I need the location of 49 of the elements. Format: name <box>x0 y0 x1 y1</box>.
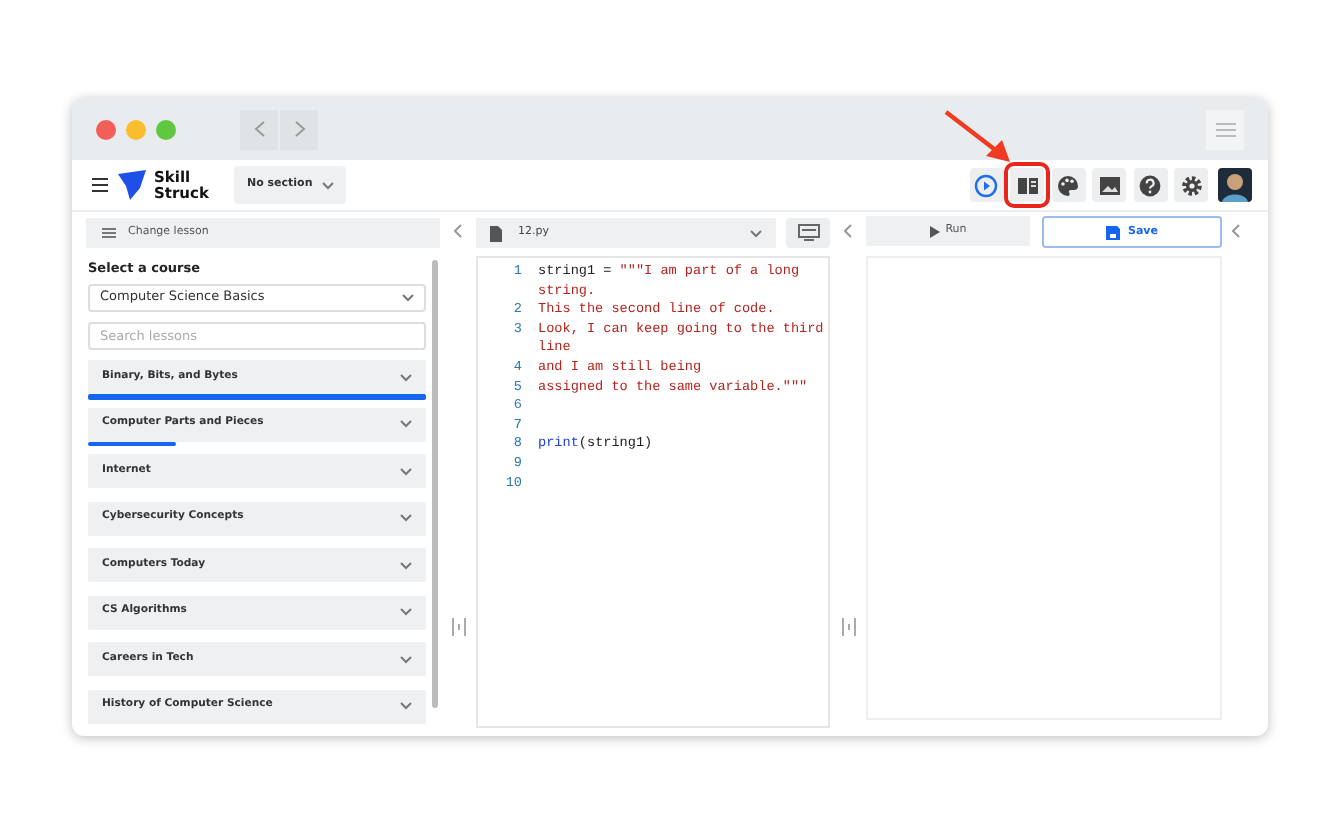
annotation-arrow <box>944 110 1012 164</box>
chevron-icon <box>400 373 412 381</box>
chevron-icon <box>400 420 412 428</box>
chevron-icon <box>400 467 412 475</box>
forward-button[interactable] <box>280 109 318 149</box>
collapse-icon[interactable] <box>844 224 852 238</box>
menu-icon[interactable] <box>92 178 108 192</box>
chevron-icon <box>322 181 335 189</box>
console-button[interactable] <box>786 218 830 248</box>
chevron-icon <box>400 608 412 616</box>
help-button[interactable] <box>1133 168 1167 202</box>
settings-button[interactable] <box>1174 168 1208 202</box>
settings-icon <box>1179 173 1203 197</box>
book-button[interactable] <box>1010 168 1044 202</box>
close-dot[interactable] <box>96 119 116 139</box>
chevron-icon <box>400 655 412 663</box>
book-icon <box>1015 173 1039 197</box>
image-button[interactable] <box>1092 168 1126 202</box>
forward-icon <box>293 120 305 138</box>
chevron-icon <box>400 561 412 569</box>
monitor-icon <box>797 224 819 242</box>
chevron-icon <box>400 514 412 522</box>
collapse-icon[interactable] <box>454 224 462 238</box>
play-icon <box>974 173 998 197</box>
logo-icon <box>118 170 146 200</box>
avatar-icon[interactable] <box>1218 168 1252 202</box>
file-icon <box>490 225 502 241</box>
maximize-dot[interactable] <box>156 119 176 139</box>
list-icon <box>102 228 116 238</box>
code-editor[interactable] <box>476 256 830 728</box>
chevron-icon <box>400 702 412 710</box>
play-icon <box>929 225 940 237</box>
resize-handle[interactable] <box>451 618 465 636</box>
play-button[interactable] <box>969 168 1003 202</box>
minimize-dot[interactable] <box>126 119 146 139</box>
chevron-icon <box>402 294 414 302</box>
resize-handle[interactable] <box>841 618 855 636</box>
help-icon <box>1138 173 1162 197</box>
collapse-icon[interactable] <box>1232 224 1240 238</box>
palette-button[interactable] <box>1051 168 1085 202</box>
sidebar-toggle-button[interactable] <box>1206 109 1244 149</box>
back-button[interactable] <box>240 109 278 149</box>
back-icon <box>253 120 265 138</box>
palette-icon <box>1056 173 1080 197</box>
lines-icon <box>1215 121 1235 137</box>
chevron-icon <box>750 229 762 237</box>
scrollbar[interactable] <box>432 260 438 708</box>
floppy-icon <box>1106 225 1120 239</box>
image-icon <box>1097 173 1121 197</box>
